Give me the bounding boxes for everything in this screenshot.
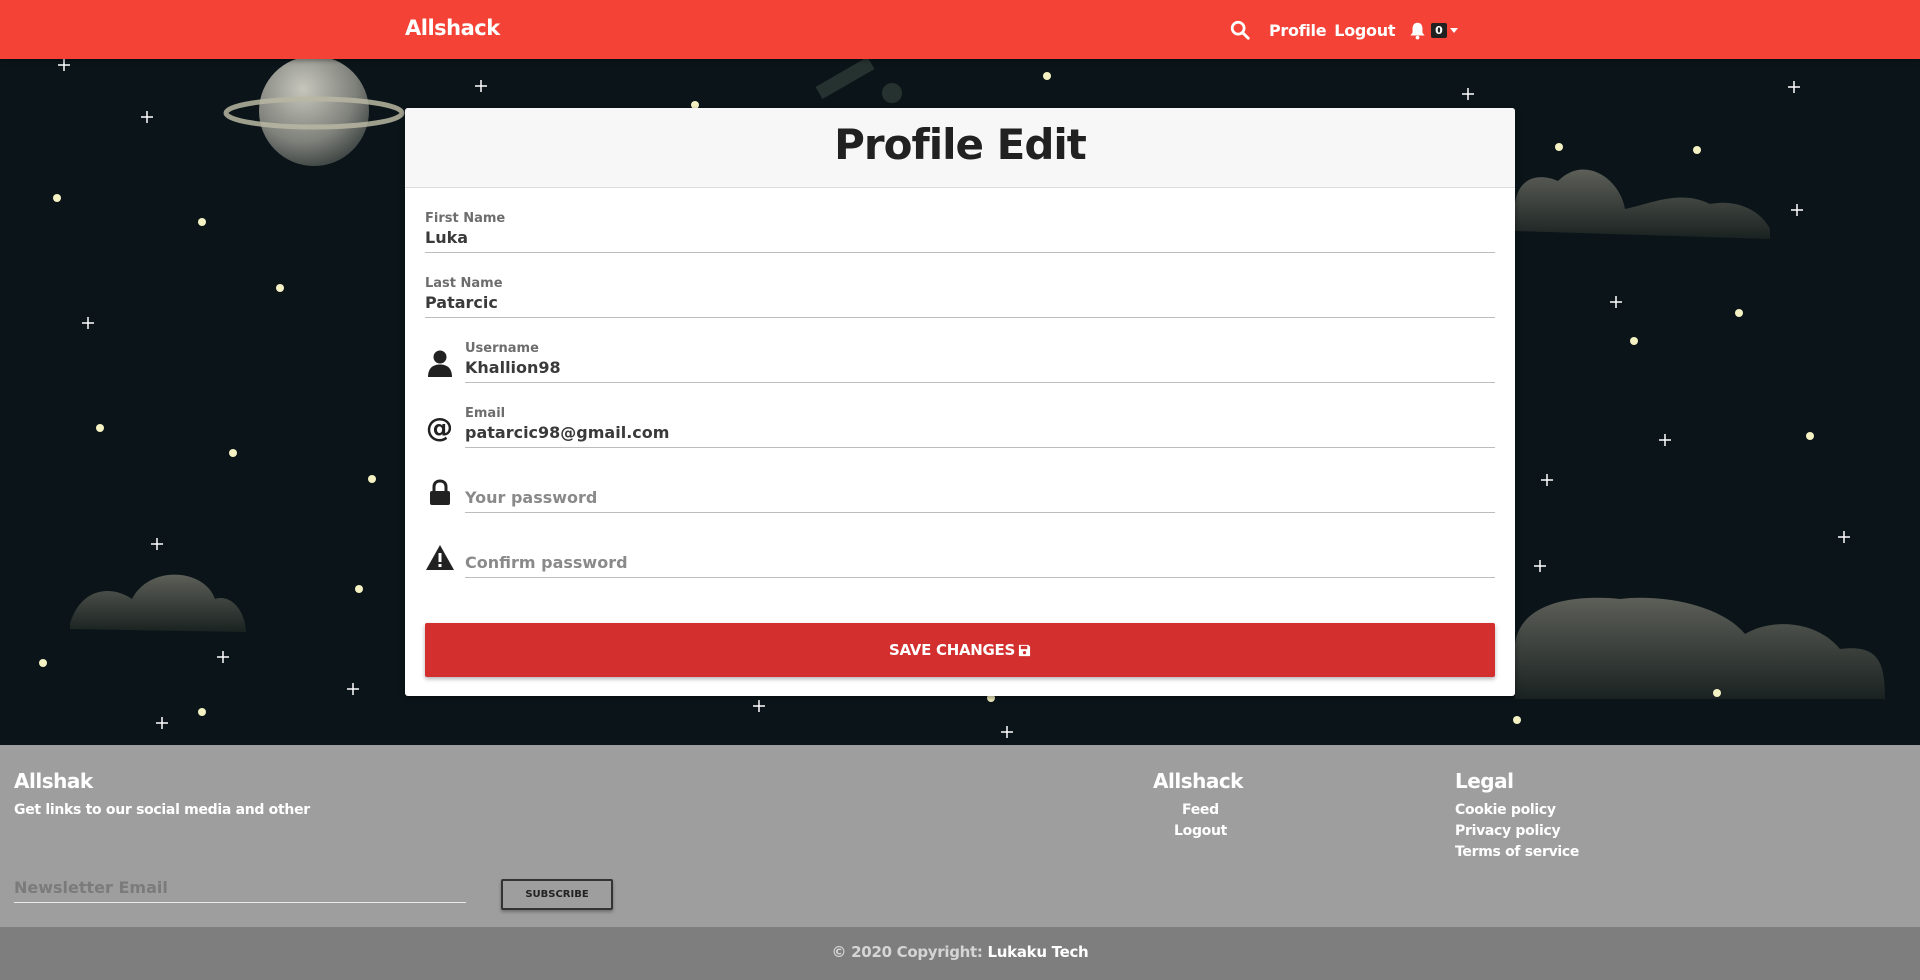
confirm-password-placeholder: Confirm password [465,553,628,572]
username-value: Khallion98 [465,358,561,377]
brand-logo[interactable]: Allshack [405,16,500,40]
copyright-owner-link[interactable]: Lukaku Tech [988,943,1089,961]
email-label: Email [465,406,506,421]
user-icon [428,350,452,377]
footer-link-terms-of-service[interactable]: Terms of service [1455,844,1579,860]
card-header: Profile Edit [405,108,1515,188]
warning-icon [426,545,454,570]
footer-link-logout[interactable]: Logout [1174,823,1227,839]
search-icon[interactable] [1229,19,1251,41]
svg-text:@: @ [426,413,453,443]
nav-actions: Profile Logout 0 [1229,14,1458,46]
username-input[interactable]: Username Khallion98 [465,318,1495,383]
first-name-field: First Name Luka [425,188,1495,253]
navbar: Allshack Profile Logout 0 [0,0,1920,59]
footer-link-cookie-policy[interactable]: Cookie policy [1455,802,1556,818]
confirm-password-input[interactable]: Confirm password [465,513,1495,578]
confirm-password-field: Confirm password [425,513,1495,578]
last-name-label: Last Name [425,276,503,291]
copyright-text: © 2020 Copyright: Lukaku Tech [832,943,1089,961]
first-name-label: First Name [425,211,506,226]
satellite-illustration [815,59,902,103]
lock-icon [430,479,450,505]
first-name-value: Luka [425,228,469,247]
profile-link[interactable]: Profile [1269,21,1327,40]
chevron-down-icon[interactable] [1449,27,1458,33]
bell-icon[interactable] [1409,21,1426,40]
copyright-prefix: © 2020 Copyright: [831,943,983,961]
email-input[interactable]: Email patarcic98@gmail.com [465,383,1495,448]
newsletter-placeholder: Newsletter Email [14,878,168,897]
first-name-input[interactable]: First Name Luka [425,188,1495,253]
footer-link-feed[interactable]: Feed [1182,802,1219,818]
password-field: Your password [425,448,1495,513]
logout-link[interactable]: Logout [1334,21,1395,40]
at-icon: @ [426,413,453,443]
footer-brand: Allshak [14,769,93,793]
last-name-value: Patarcic [425,293,498,312]
save-icon [1018,644,1031,656]
footer-tagline: Get links to our social media and other [14,802,310,818]
username-field: Username Khallion98 [425,318,1495,383]
footer-legal-title: Legal [1455,769,1514,793]
subscribe-button[interactable]: SUBSCRIBE [501,879,613,910]
last-name-input[interactable]: Last Name Patarcic [425,253,1495,318]
footer-link-privacy-policy[interactable]: Privacy policy [1455,823,1561,839]
password-input[interactable]: Your password [465,448,1495,513]
save-changes-label: SAVE CHANGES [889,641,1015,659]
footer: Allshak Get links to our social media an… [0,745,1920,927]
password-placeholder: Your password [465,488,598,507]
email-field: @ Email patarcic98@gmail.com [425,383,1495,448]
email-value: patarcic98@gmail.com [465,423,670,442]
notification-badge: 0 [1431,22,1447,38]
copyright-bar: © 2020 Copyright: Lukaku Tech [0,927,1920,980]
footer-links-title: Allshack [1153,769,1243,793]
profile-edit-card: Profile Edit First Name Luka Last Name P… [405,108,1515,696]
last-name-field: Last Name Patarcic [425,253,1495,318]
save-changes-button[interactable]: SAVE CHANGES [425,623,1495,677]
newsletter-email-input[interactable]: Newsletter Email [14,873,466,903]
planet-illustration [223,59,405,166]
username-label: Username [465,341,539,356]
page-title: Profile Edit [834,120,1087,169]
